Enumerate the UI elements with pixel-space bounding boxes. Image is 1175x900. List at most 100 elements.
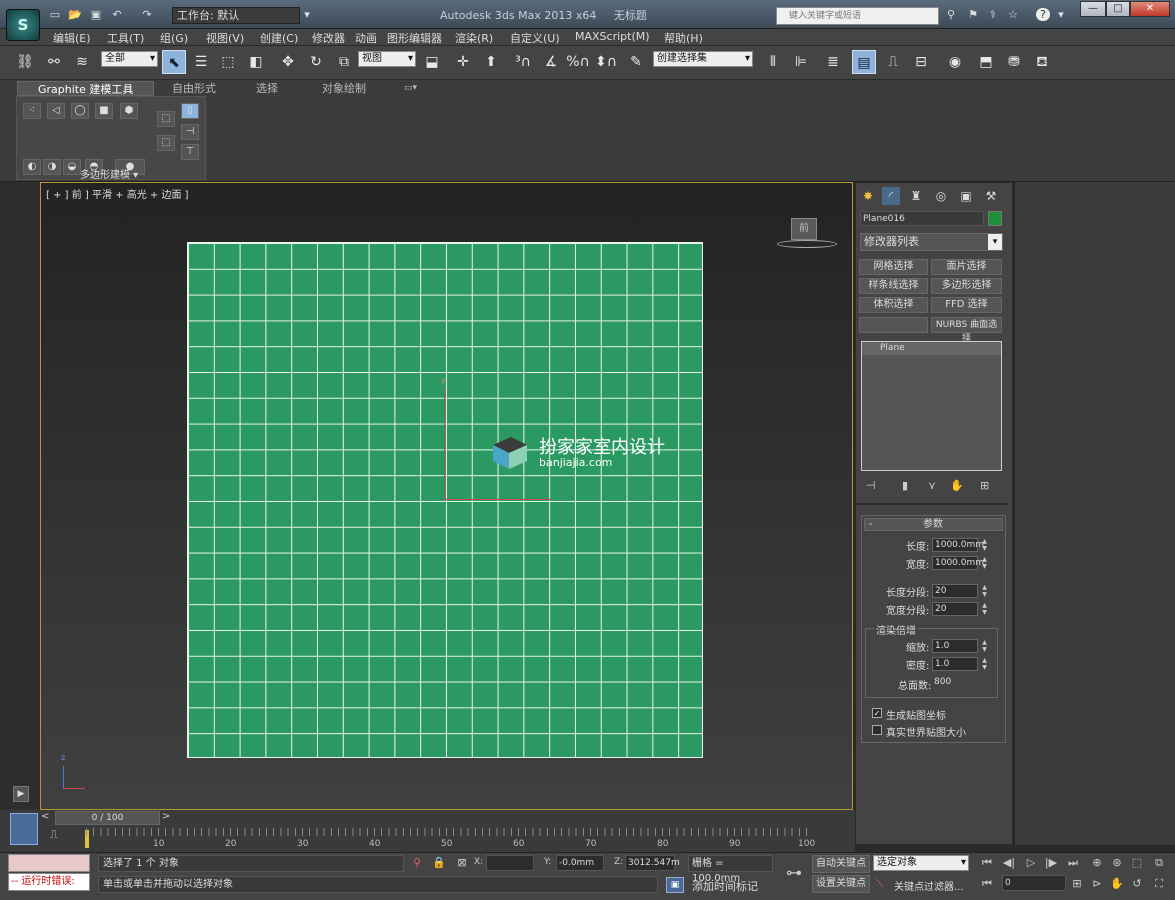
- select-object-icon[interactable]: ⬉: [162, 50, 186, 74]
- ribbon-tab-object-paint[interactable]: 对象绘制: [322, 81, 366, 96]
- current-frame-field[interactable]: 0: [1002, 875, 1066, 891]
- minimize-button[interactable]: —: [1080, 1, 1106, 17]
- subscription-icon[interactable]: ⚕: [986, 8, 1000, 21]
- named-selection-dropdown[interactable]: 创建选择集: [653, 51, 753, 67]
- orbit-icon[interactable]: ↺: [1130, 877, 1144, 891]
- hierarchy-tab-icon[interactable]: ♜: [907, 187, 925, 205]
- align-icon[interactable]: ⊫: [789, 50, 813, 74]
- zoom-extents-icon[interactable]: ⬚: [1130, 856, 1144, 870]
- render-production-icon[interactable]: ⛾: [1030, 50, 1054, 74]
- viewcube-compass[interactable]: [777, 240, 837, 248]
- help-dropdown-icon[interactable]: ▾: [1054, 8, 1068, 21]
- border-icon[interactable]: ◯: [71, 103, 89, 119]
- menu-maxscript[interactable]: MAXScript(M): [575, 30, 650, 43]
- bind-space-warp-icon[interactable]: ≋: [70, 50, 94, 74]
- isolate-selection-icon[interactable]: ⚲: [410, 856, 424, 870]
- save-icon[interactable]: ▣: [89, 8, 103, 21]
- close-button[interactable]: ✕: [1130, 1, 1170, 17]
- collapse-stack-icon[interactable]: ⊤: [181, 144, 199, 160]
- empty-modifier-button[interactable]: [859, 317, 928, 333]
- search-input[interactable]: 键入关键字或短语: [776, 7, 939, 25]
- menu-modifiers[interactable]: 修改器: [312, 30, 345, 46]
- volume-select-button[interactable]: 体积选择: [859, 297, 928, 313]
- schematic-view-icon[interactable]: ⊟: [909, 50, 933, 74]
- key-icon[interactable]: ⊶: [780, 863, 808, 887]
- reference-coordinate-dropdown[interactable]: 视图: [358, 51, 416, 67]
- modifier-list-dropdown[interactable]: 修改器列表 ▾: [860, 233, 1003, 251]
- width-segs-arrows[interactable]: ▲ ▼: [980, 602, 989, 616]
- real-world-checkbox[interactable]: [872, 725, 882, 735]
- menu-help[interactable]: 帮助(H): [664, 30, 703, 46]
- toggle-command-mode-icon[interactable]: ⬚: [157, 111, 175, 127]
- spinner-snap-icon[interactable]: ⬍∩: [594, 50, 618, 74]
- selection-lock-icon[interactable]: 🔒: [432, 856, 446, 870]
- previous-modifier-icon[interactable]: ◐: [23, 159, 41, 175]
- rendered-frame-window-icon[interactable]: ⛃: [1002, 50, 1026, 74]
- maximize-viewport-icon[interactable]: ⛶: [1152, 877, 1166, 891]
- select-and-manipulate-icon[interactable]: ✛: [451, 50, 475, 74]
- menu-views[interactable]: 视图(V): [206, 30, 244, 46]
- viewport-front[interactable]: [ + ] 前 ] 平滑 + 高光 + 边面 ] y 扮家家室内设计 banji…: [40, 182, 853, 810]
- app-menu-button[interactable]: S: [6, 9, 40, 41]
- key-mode-dropdown[interactable]: 选定对象 ▾: [873, 855, 969, 871]
- maximize-button[interactable]: □: [1106, 1, 1130, 17]
- selection-filter-dropdown[interactable]: 全部: [101, 51, 158, 67]
- select-and-scale-icon[interactable]: ⧉: [332, 50, 356, 74]
- auto-key-button[interactable]: 自动关键点: [812, 855, 870, 873]
- pan-view-icon[interactable]: ✋: [1110, 877, 1124, 891]
- z-coordinate-field[interactable]: 3012.547m: [625, 855, 680, 871]
- density-spinner-arrows[interactable]: ▲ ▼: [980, 657, 989, 671]
- material-editor-icon[interactable]: ◉: [943, 50, 967, 74]
- select-and-move-icon[interactable]: ✥: [276, 50, 300, 74]
- motion-tab-icon[interactable]: ◎: [932, 187, 950, 205]
- chevron-down-icon[interactable]: ▾: [300, 8, 314, 21]
- element-icon[interactable]: ⬢: [120, 103, 138, 119]
- play-icon[interactable]: ▷: [1024, 856, 1038, 870]
- select-by-name-icon[interactable]: ☰: [189, 50, 213, 74]
- ribbon-options-icon[interactable]: ▭▾: [404, 81, 417, 96]
- mini-listener-icon[interactable]: [10, 813, 38, 845]
- menu-group[interactable]: 组(G): [160, 30, 188, 46]
- patch-select-button[interactable]: 面片选择: [931, 259, 1002, 275]
- open-file-icon[interactable]: 📂: [68, 8, 82, 21]
- zoom-extents-all-icon[interactable]: ⧉: [1152, 856, 1166, 870]
- menu-animation[interactable]: 动画: [355, 30, 377, 46]
- absolute-mode-icon[interactable]: ⊠: [455, 856, 469, 870]
- viewcube-face[interactable]: 前: [791, 218, 817, 240]
- zoom-all-icon[interactable]: ⊛: [1110, 856, 1124, 870]
- ribbon-tab-graphite[interactable]: Graphite 建模工具: [17, 81, 155, 96]
- binoculars-icon[interactable]: ⚲: [944, 8, 958, 21]
- snaps-toggle-icon[interactable]: ³∩: [511, 50, 535, 74]
- scale-spinner[interactable]: 1.0: [932, 639, 978, 653]
- pivot-center-icon[interactable]: ⬓: [420, 50, 444, 74]
- scale-spinner-arrows[interactable]: ▲ ▼: [980, 639, 989, 653]
- spline-select-button[interactable]: 样条线选择: [859, 278, 928, 294]
- polygon-icon[interactable]: ■: [95, 103, 113, 119]
- mesh-select-button[interactable]: 网格选择: [859, 259, 928, 275]
- gen-mapping-checkbox[interactable]: ✓: [872, 708, 882, 718]
- chevron-down-icon[interactable]: ▾: [988, 234, 1002, 250]
- unlink-icon[interactable]: ⚯: [42, 50, 66, 74]
- rectangular-selection-icon[interactable]: ⬚: [216, 50, 240, 74]
- curve-editor-mini-icon[interactable]: ⎍: [50, 828, 58, 842]
- go-to-start-icon[interactable]: ⏮: [980, 856, 994, 870]
- menu-customize[interactable]: 自定义(U): [510, 30, 560, 46]
- keyboard-shortcut-override-icon[interactable]: ⬆: [479, 50, 503, 74]
- object-name-field[interactable]: Plane016: [860, 211, 984, 226]
- graphite-toggle-icon[interactable]: ▤: [852, 50, 876, 74]
- pin-stack-icon[interactable]: ⊣: [866, 479, 876, 492]
- time-slider[interactable]: 0 / 100: [55, 811, 160, 825]
- edge-icon[interactable]: ◁: [47, 103, 65, 119]
- menu-rendering[interactable]: 渲染(R): [455, 30, 493, 46]
- show-end-result-icon[interactable]: ▮: [902, 479, 908, 492]
- add-time-tag-icon[interactable]: ▣: [666, 877, 684, 893]
- length-spinner[interactable]: 1000.0mm: [932, 538, 984, 552]
- preview-off-icon[interactable]: ◒: [63, 159, 81, 175]
- redo-icon[interactable]: ↷: [140, 8, 154, 21]
- menu-create[interactable]: 创建(C): [260, 30, 298, 46]
- create-tab-icon[interactable]: ✸: [859, 187, 877, 205]
- density-spinner[interactable]: 1.0: [932, 657, 978, 671]
- length-segs-arrows[interactable]: ▲ ▼: [980, 584, 989, 598]
- ribbon-tab-freeform[interactable]: 自由形式: [172, 81, 216, 96]
- object-color-swatch[interactable]: [988, 211, 1002, 226]
